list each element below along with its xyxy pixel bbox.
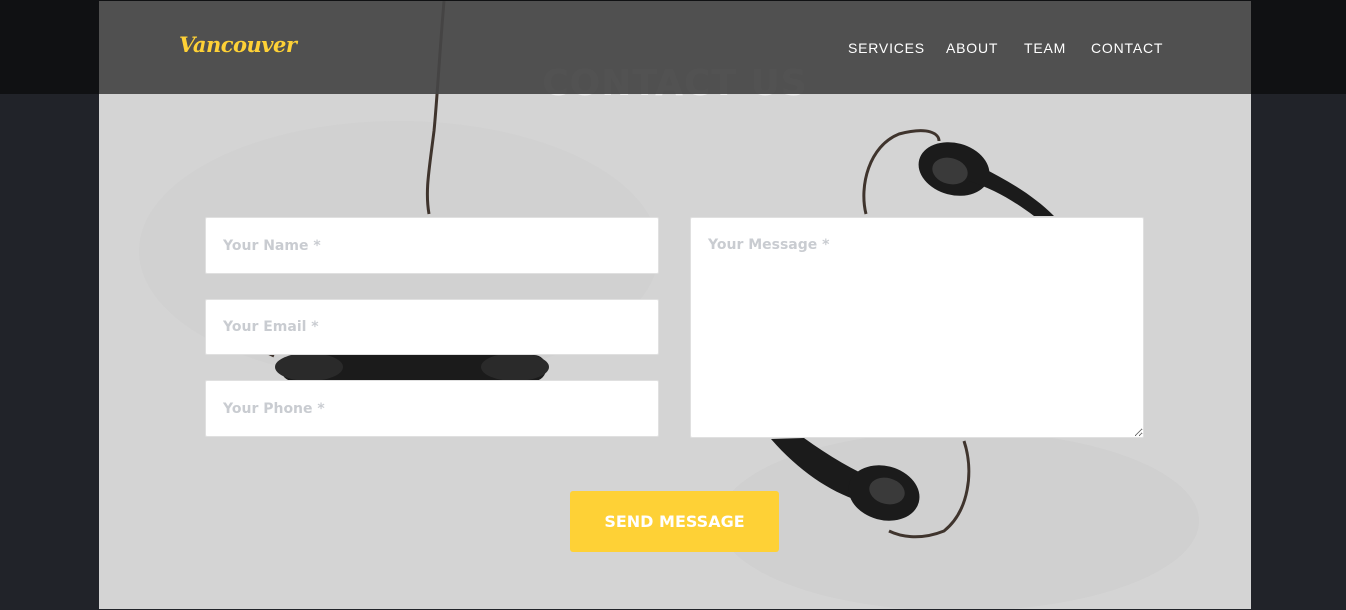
email-input[interactable] [205, 299, 659, 355]
message-textarea[interactable] [690, 217, 1144, 438]
brand-logo[interactable]: Vancouver [179, 32, 297, 57]
nav-link-contact[interactable]: CONTACT [1091, 40, 1163, 56]
nav-link-services[interactable]: SERVICES [848, 40, 925, 56]
contact-section: CONTACT US Vancouver SERVICES ABOUT TEAM… [99, 1, 1251, 609]
navbar: Vancouver SERVICES ABOUT TEAM CONTACT [99, 1, 1251, 94]
phone-input[interactable] [205, 380, 659, 437]
name-input[interactable] [205, 217, 659, 274]
send-message-button[interactable]: SEND MESSAGE [570, 491, 779, 552]
nav-link-about[interactable]: ABOUT [946, 40, 998, 56]
nav-link-team[interactable]: TEAM [1024, 40, 1066, 56]
